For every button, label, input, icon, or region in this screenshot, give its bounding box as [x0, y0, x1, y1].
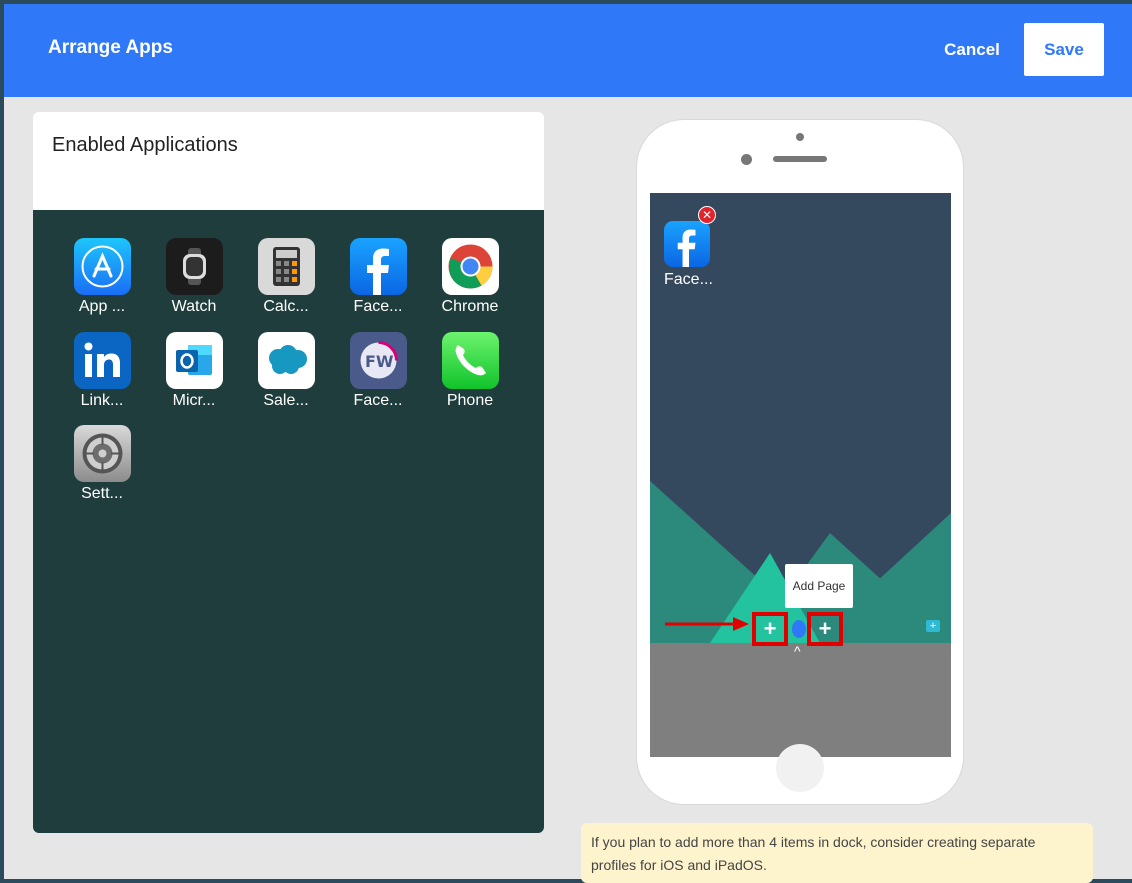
- save-button[interactable]: Save: [1024, 23, 1104, 76]
- chrome-icon: [441, 238, 499, 295]
- facebook-icon: [349, 238, 407, 295]
- app-item-outlook[interactable]: Micr...: [154, 332, 234, 410]
- red-arrow-annotation: [665, 617, 749, 631]
- app-item-phone[interactable]: Phone: [430, 332, 510, 410]
- dock: [650, 643, 951, 757]
- dock-info-note: If you plan to add more than 4 items in …: [581, 823, 1093, 883]
- app-label: Face...: [353, 298, 403, 315]
- outlook-icon: [165, 332, 223, 389]
- app-item-calculator[interactable]: Calc...: [246, 238, 326, 316]
- add-page-left-button[interactable]: +: [752, 612, 788, 646]
- panel-title: Enabled Applications: [52, 134, 238, 156]
- app-label: Watch: [171, 298, 217, 315]
- modal-header: Arrange Apps Cancel Save: [4, 4, 1132, 97]
- app-label: Phone: [446, 392, 494, 409]
- phone-speaker: [773, 156, 827, 162]
- app-label: Face...: [353, 392, 403, 409]
- phone-icon: [441, 332, 499, 389]
- app-label: Face...: [664, 271, 713, 288]
- app-item-facebook[interactable]: Face...: [338, 238, 418, 316]
- remove-app-icon[interactable]: ✕: [698, 206, 716, 224]
- app-label: App ...: [78, 298, 126, 315]
- chevron-up-icon[interactable]: ^: [794, 643, 801, 659]
- app-label: Chrome: [441, 298, 499, 315]
- svg-text:FW: FW: [365, 352, 394, 371]
- app-item-settings[interactable]: Sett...: [62, 425, 142, 503]
- linkedin-icon: [73, 332, 131, 389]
- app-item-watch[interactable]: Watch: [154, 238, 234, 316]
- modal-title: Arrange Apps: [48, 37, 173, 58]
- app-label: Sale...: [263, 392, 309, 409]
- facebook-icon: [664, 221, 710, 267]
- phone-sensor: [741, 154, 752, 165]
- salesforce-icon: [257, 332, 315, 389]
- app-item-salesforce[interactable]: Sale...: [246, 332, 326, 410]
- home-app-facebook[interactable]: Face...: [664, 221, 713, 289]
- calculator-icon: [257, 238, 315, 295]
- watch-icon: [165, 238, 223, 295]
- add-folder-icon[interactable]: +: [926, 620, 940, 632]
- app-label: Sett...: [81, 485, 123, 502]
- phone-screen: Face... ✕: [650, 193, 951, 757]
- add-page-tooltip: Add Page: [785, 564, 853, 608]
- app-item-app-store[interactable]: App ...: [62, 238, 142, 316]
- app-label: Calc...: [263, 298, 309, 315]
- cancel-button[interactable]: Cancel: [932, 34, 1012, 66]
- enabled-applications-panel: Enabled Applications App ... Watch Calc.…: [33, 112, 544, 833]
- page-indicator-dot[interactable]: [792, 620, 806, 638]
- app-store-icon: [73, 238, 131, 295]
- facebook-workplace-icon: FW: [349, 332, 407, 389]
- app-label: Micr...: [172, 392, 216, 409]
- apps-grid: App ... Watch Calc... Face... Chrome Lin…: [33, 210, 544, 833]
- app-item-facebook-workplace[interactable]: FW Face...: [338, 332, 418, 410]
- app-item-linkedin[interactable]: Link...: [62, 332, 142, 410]
- app-label: Link...: [80, 392, 124, 409]
- settings-icon: [73, 425, 131, 482]
- app-item-chrome[interactable]: Chrome: [430, 238, 510, 316]
- phone-camera: [796, 133, 804, 141]
- add-page-right-button[interactable]: +: [807, 612, 843, 646]
- phone-home-button: [776, 744, 824, 792]
